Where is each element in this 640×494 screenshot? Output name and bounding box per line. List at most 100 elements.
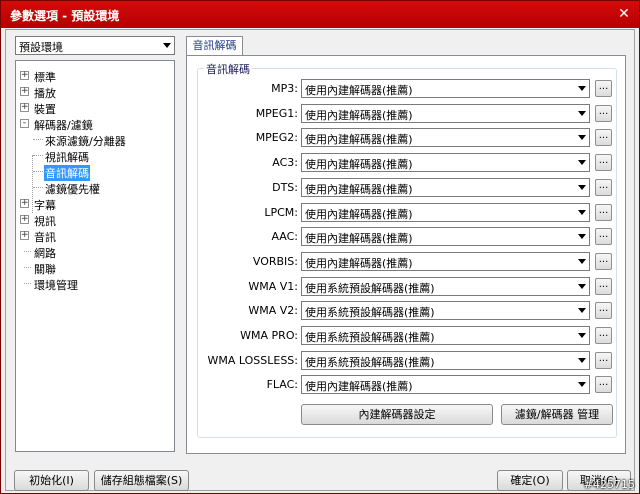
title-bar: 參數選項 - 預設環境 ✕ [1, 1, 639, 28]
decoder-label: DTS: [272, 180, 298, 194]
tree-item-label: 解碼器/濾鏡 [34, 119, 93, 132]
tree-item[interactable]: 視訊解碼 [20, 148, 170, 164]
decoder-select[interactable]: 使用內建解碼器(推薦) [301, 79, 590, 98]
tree-item-label: 裝置 [34, 103, 56, 116]
decoder-select-value: 使用內建解碼器(推薦) [305, 133, 413, 147]
ok-button[interactable]: 確定(O) [497, 470, 563, 491]
decoder-select-value: 使用內建解碼器(推薦) [305, 207, 413, 221]
tree-item[interactable]: + 播放 [20, 84, 170, 100]
tree-item-label: 視訊 [34, 215, 56, 228]
tree-item[interactable]: 音訊解碼 [20, 164, 170, 181]
decoder-config-button[interactable]: ... [595, 154, 612, 172]
audio-decoding-group: 音訊解碼 MP3: 使用內建解碼器(推薦)... MPEG1: 使用內建解碼器(推薦)… [197, 61, 617, 438]
decoder-config-button[interactable]: ... [595, 129, 612, 147]
tree-item[interactable]: + 視訊 [20, 212, 170, 228]
decoder-select[interactable]: 使用內建解碼器(推薦) [301, 177, 590, 197]
decoder-select-value: 使用系統預設解碼器(推薦) [305, 355, 435, 369]
filter-decoder-manage-button[interactable]: 濾鏡/解碼器 管理 [501, 404, 613, 426]
tree-item[interactable]: + 音訊 [20, 228, 170, 244]
tree-item-label: 標準 [34, 71, 56, 84]
chevron-down-icon [163, 43, 171, 48]
decoder-select[interactable]: 使用內建解碼器(推薦) [301, 153, 590, 173]
save-profile-button[interactable]: 儲存組態檔案(S) [94, 470, 189, 491]
decoder-config-button[interactable]: ... [595, 302, 612, 320]
chevron-down-icon [578, 160, 586, 166]
decoder-config-button[interactable]: ... [595, 252, 612, 270]
decoder-select[interactable]: 使用內建解碼器(推薦) [301, 375, 590, 395]
expand-icon[interactable]: + [20, 71, 29, 80]
tree-item-label: 音訊 [34, 231, 56, 244]
decoder-select[interactable]: 使用系統預設解碼器(推薦) [301, 301, 590, 321]
chevron-down-icon [578, 209, 586, 215]
expand-icon[interactable]: + [20, 231, 29, 240]
profile-select[interactable]: 預設環境 [15, 36, 175, 55]
chevron-down-icon [578, 110, 586, 116]
decoder-select[interactable]: 使用內建解碼器(推薦) [301, 202, 590, 222]
decoder-config-button[interactable]: ... [595, 277, 612, 295]
settings-tree: + 標準 + 播放 + 裝置 - 解碼器/濾鏡 來源濾鏡/分離器 視訊解碼 音訊解碼 濾鏡優先權 + 字幕… [15, 60, 175, 452]
decoder-config-button[interactable]: ... [595, 376, 612, 394]
decoder-select-value: 使用內建解碼器(推薦) [305, 380, 413, 394]
tree-connector-line [33, 187, 43, 188]
decoder-select-value: 使用系統預設解碼器(推薦) [305, 281, 435, 295]
initialize-button[interactable]: 初始化(I) [14, 470, 89, 491]
decoder-select[interactable]: 使用內建解碼器(推薦) [301, 103, 590, 123]
decoder-select-value: 使用內建解碼器(推薦) [305, 158, 413, 172]
decoder-label: AC3: [272, 156, 298, 170]
tree-item[interactable]: 環境管理 [20, 276, 170, 292]
builtin-decoder-settings-button[interactable]: 內建解碼器設定 [301, 404, 493, 426]
chevron-down-icon [578, 308, 586, 314]
chevron-down-icon [578, 258, 586, 264]
tree-item-label: 來源濾鏡/分離器 [45, 135, 126, 148]
decoder-select-value: 使用系統預設解碼器(推薦) [305, 331, 435, 344]
tree-connector-line [24, 267, 31, 268]
decoder-label: MP3: [271, 82, 298, 95]
tree-item[interactable]: + 字幕 [20, 196, 170, 212]
expand-icon[interactable]: + [20, 215, 29, 224]
chevron-down-icon [578, 234, 586, 240]
chevron-down-icon [578, 283, 586, 289]
decoder-config-button[interactable]: ... [595, 351, 612, 369]
tree-item[interactable]: + 裝置 [20, 100, 170, 116]
decoder-config-button[interactable]: ... [595, 203, 612, 221]
tree-connector-line [33, 171, 43, 172]
decoder-config-button[interactable]: ... [595, 104, 612, 122]
tree-item[interactable]: - 解碼器/濾鏡 [20, 116, 170, 132]
expand-icon[interactable]: + [20, 199, 29, 208]
decoder-label: WMA V2: [248, 304, 298, 318]
expand-icon[interactable]: + [20, 87, 29, 96]
decoder-config-button[interactable]: ... [595, 228, 612, 246]
close-icon[interactable]: ✕ [615, 5, 633, 23]
decoder-select-value: 使用內建解碼器(推薦) [305, 232, 413, 246]
tab-audio-decoding[interactable]: 音訊解碼 [186, 36, 243, 56]
tree-item[interactable]: + 標準 [20, 68, 170, 84]
decoder-config-button[interactable]: ... [595, 327, 612, 344]
chevron-down-icon [578, 357, 586, 363]
decoder-select[interactable]: 使用內建解碼器(推薦) [301, 128, 590, 148]
decoder-select[interactable]: 使用系統預設解碼器(推薦) [301, 350, 590, 370]
decoder-select[interactable]: 使用內建解碼器(推薦) [301, 227, 590, 247]
chevron-down-icon [578, 184, 586, 190]
decoder-config-button[interactable]: ... [595, 80, 612, 97]
decoder-select[interactable]: 使用系統預設解碼器(推薦) [301, 276, 590, 296]
decoder-select-value: 使用內建解碼器(推薦) [305, 182, 413, 196]
decoder-select[interactable]: 使用內建解碼器(推薦) [301, 251, 590, 271]
decoder-select-value: 使用內建解碼器(推薦) [305, 108, 413, 122]
decoder-select[interactable]: 使用系統預設解碼器(推薦) [301, 326, 590, 345]
tree-item[interactable]: 來源濾鏡/分離器 [20, 132, 170, 148]
dialog-body: 預設環境 + 標準 + 播放 + 裝置 - 解碼器/濾鏡 來源濾鏡/分離器 視訊解碼 音訊解碼 濾鏡優… [5, 29, 635, 491]
tree-item[interactable]: 網路 [20, 244, 170, 260]
decoder-label: WMA LOSSLESS: [207, 353, 299, 367]
chevron-down-icon [578, 333, 586, 338]
decoder-config-button[interactable]: ... [595, 178, 612, 196]
tree-item-label: 環境管理 [34, 279, 78, 292]
decoder-label: MPEG2: [255, 131, 298, 145]
collapse-icon[interactable]: - [20, 119, 29, 128]
tree-item-label: 播放 [34, 87, 56, 100]
tree-item[interactable]: 濾鏡優先權 [20, 180, 170, 196]
watermark: #425715 [583, 478, 635, 491]
expand-icon[interactable]: + [20, 103, 29, 112]
decoder-select-value: 使用內建解碼器(推薦) [305, 84, 413, 97]
decoder-select-value: 使用內建解碼器(推薦) [305, 256, 413, 270]
tree-item[interactable]: 關聯 [20, 260, 170, 276]
